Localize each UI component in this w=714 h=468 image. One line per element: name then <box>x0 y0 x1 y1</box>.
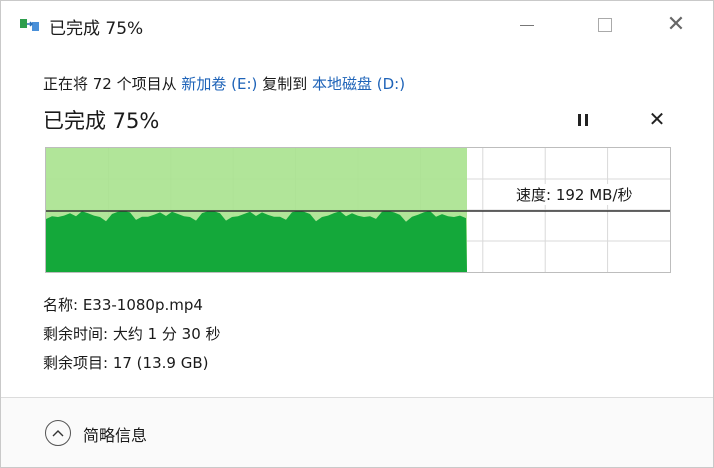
copy-description: 正在将 72 个项目从 新加卷 (E:) 复制到 本地磁盘 (D:) <box>43 73 405 94</box>
cancel-icon: ✕ <box>648 107 666 131</box>
details-panel: 名称: E33-1080p.mp4 剩余时间: 大约 1 分 30 秒 剩余项目… <box>43 291 221 378</box>
pause-button[interactable] <box>569 107 597 133</box>
file-name: 名称: E33-1080p.mp4 <box>43 296 203 314</box>
pause-icon <box>578 114 581 126</box>
time-remaining: 剩余时间: 大约 1 分 30 秒 <box>43 325 221 343</box>
source-link[interactable]: 新加卷 (E:) <box>181 75 257 93</box>
maximize-button[interactable] <box>585 11 625 39</box>
pause-icon-bar <box>585 114 588 126</box>
file-copy-dialog: 已完成 75% ✕ 正在将 72 个项目从 新加卷 (E:) 复制到 本地磁盘 … <box>0 0 714 468</box>
copy-file-icon <box>19 17 41 33</box>
items-remaining: 剩余项目: 17 (13.9 GB) <box>43 354 209 372</box>
minimize-button[interactable] <box>507 11 547 39</box>
chevron-up-icon <box>52 430 64 437</box>
collapse-details-label[interactable]: 简略信息 <box>83 422 147 446</box>
minimize-icon <box>520 24 534 26</box>
title-bar[interactable]: 已完成 75% ✕ <box>1 1 713 49</box>
collapse-details-button[interactable] <box>45 420 71 446</box>
speed-label: 速度: 192 MB/秒 <box>514 184 635 205</box>
destination-link[interactable]: 本地磁盘 (D:) <box>312 75 405 93</box>
speed-area <box>46 211 467 272</box>
copy-middle-text: 复制到 <box>257 75 312 93</box>
cancel-button[interactable]: ✕ <box>643 105 671 133</box>
maximize-icon <box>598 18 612 32</box>
copy-prefix-text: 正在将 72 个项目从 <box>43 75 182 93</box>
footer: 简略信息 <box>1 398 713 467</box>
speed-graph: 速度: 192 MB/秒 <box>45 147 671 273</box>
speed-graph-canvas <box>46 148 670 272</box>
window-title: 已完成 75% <box>49 19 144 39</box>
close-icon: ✕ <box>666 12 686 37</box>
close-window-button[interactable]: ✕ <box>656 11 696 39</box>
progress-title: 已完成 75% <box>43 109 160 133</box>
